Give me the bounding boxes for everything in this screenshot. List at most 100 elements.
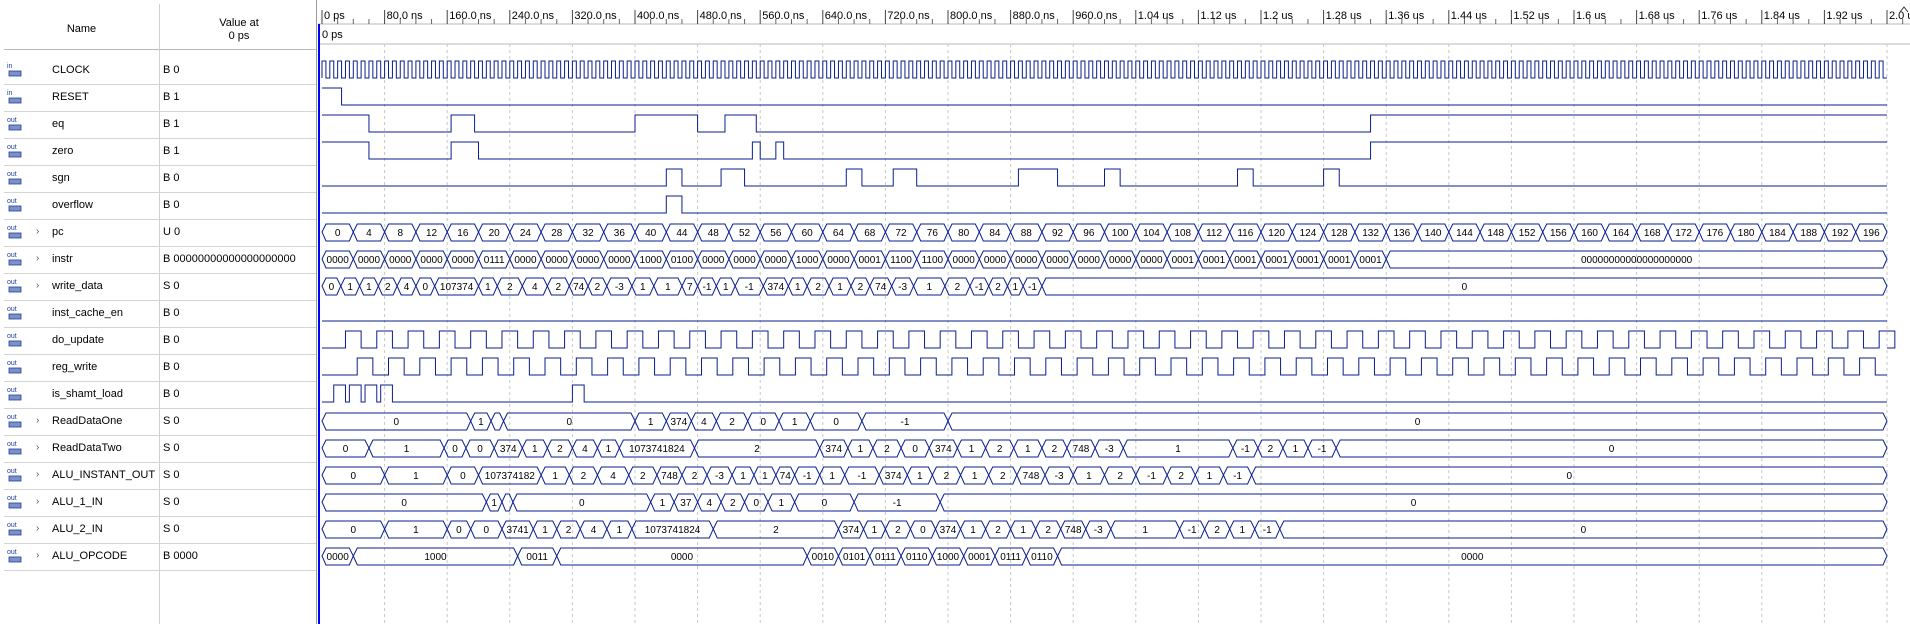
timeline-tick-label: 1.04 us [1138,10,1175,22]
signal-row[interactable]: out › pc U 0 [4,219,316,247]
signal-waveform[interactable] [322,87,1887,106]
bus-segment-value: -1 [1147,471,1156,482]
signal-row[interactable]: out › write_data S 0 [4,273,316,301]
bus-segment-value: 2 [1178,471,1184,482]
bus-segment-value: 0001 [1297,255,1320,266]
bus-waveform[interactable]: 0 4 8 12 16 20 24 28 32 36 40 44 48 52 56 60 64 68 72 76 80 8… [321,223,1888,242]
bus-segment-value: 120 [1268,228,1285,239]
bus-segment-value: 2 [1117,471,1123,482]
signal-row[interactable]: out › ALU_INSTANT_OUT S 0 [4,462,316,490]
bus-segment-value: 148 [1487,228,1504,239]
cursor-time-label: 0 ps [322,29,343,41]
signal-row[interactable]: out eq B 1 [4,111,316,139]
signal-row[interactable]: in CLOCK B 0 [4,57,316,85]
expand-chevron-icon[interactable]: › [36,280,39,291]
signal-row[interactable]: in RESET B 1 [4,84,316,112]
signal-row[interactable]: out do_update B 0 [4,327,316,355]
waveform-pane[interactable]: 0 ps 80.0 ns 160.0 ns 240.0 ns 320.0 ns 400.0… [318,0,1910,624]
bus-segment-value: 52 [739,228,751,239]
expand-chevron-icon[interactable]: › [36,469,39,480]
bus-segment-value: 44 [676,228,688,239]
bus-waveform[interactable]: 0 1 0 0 374 1 2 4 1 1073741824 2 374 1 2 0 374 1 2 1 2 748 -3… [321,439,1888,458]
signal-value: B 1 [163,145,180,157]
signal-row[interactable]: out › instr B 00000000000000000000 [4,246,316,274]
bus-segment-value: 64 [833,228,845,239]
signal-waveform[interactable] [322,330,1896,349]
bus-segment-value: 68 [864,228,876,239]
bus-segment-value: 748 [661,471,678,482]
expand-chevron-icon[interactable]: › [36,550,39,561]
signal-waveform[interactable] [322,357,1887,376]
bus-segment-value: 374 [885,471,902,482]
bus-segment-value: 748 [1023,471,1040,482]
bus-segment-value: 1 [1013,282,1019,293]
expand-chevron-icon[interactable]: › [36,442,39,453]
svg-text:out: out [7,198,17,205]
signal-row[interactable]: out zero B 1 [4,138,316,166]
bus-waveform[interactable]: 0 1 0 1 37 4 2 0 1 0 -1 0 [321,493,1888,512]
bus-waveform[interactable]: 0000 0000 0000 0000 0000 0111 0000 0000 0000 0000… [321,250,1888,269]
bus-segment-value: 2 [729,417,735,428]
signal-row[interactable]: out reg_write B 0 [4,354,316,382]
bus-segment-value: 0 [822,498,828,509]
bus-segment-value: 0 [343,444,349,455]
bus-segment-value: 1 [491,498,497,509]
bus-waveform[interactable]: 0 1 0 107374182 1 2 4 2 748 2 -3 1 1 74 -1 1 -1 374 1 2 1 2 74… [321,466,1888,485]
bus-segment-value: -3 [1105,444,1114,455]
expand-chevron-icon[interactable]: › [36,415,39,426]
bus-waveform[interactable]: 0 1 0 1 374 4 2 0 1 0 -1 0 [321,412,1888,431]
signal-name: inst_cache_en [52,307,123,319]
name-column-header[interactable]: Name [4,23,159,35]
signal-waveform[interactable] [322,384,1887,403]
signal-row[interactable]: out › ReadDataOne S 0 [4,408,316,436]
bus-segment-value: 180 [1738,228,1755,239]
signal-row[interactable]: out overflow B 0 [4,192,316,220]
signal-value: S 0 [163,523,180,535]
signal-waveform[interactable] [321,60,1887,79]
timeline-tick-label: 720.0 ns [887,10,930,22]
bus-segment-value: -1 [1188,525,1197,536]
waveform-canvas[interactable]: 0 ps 80.0 ns 160.0 ns 240.0 ns 320.0 ns 400.0… [318,0,1910,624]
bus-waveform[interactable]: 0 1 1 2 4 0 107374 1 2 4 2 74 2 -3 1 1 7 -1 1 -1 374 1 2 1 2 74 -3… [321,277,1888,296]
bus-segment-value: 2 [995,525,1001,536]
signal-row[interactable]: out is_shamt_load B 0 [4,381,316,409]
bus-segment-value: 0000 [546,255,569,266]
bus-segment-value: -3 [615,282,624,293]
signal-row[interactable]: out › ALU_2_IN S 0 [4,516,316,544]
bus-segment-value: 74 [780,471,792,482]
signal-row[interactable]: out › ALU_OPCODE B 0000 [4,543,316,571]
bus-segment-value: 1 [1207,471,1213,482]
bus-segment-value: 16 [457,228,469,239]
signal-waveform[interactable] [322,168,1887,187]
signal-row[interactable]: out sgn B 0 [4,165,316,193]
value-column-header[interactable]: Value at 0 ps [164,17,314,43]
bus-segment-value: 1 [413,525,419,536]
bus-segment-value: 1 [723,282,729,293]
signal-row[interactable]: out › ReadDataTwo S 0 [4,435,316,463]
signal-waveform[interactable] [322,195,1887,214]
bus-segment-value: 1 [792,417,798,428]
bus-segment-value: 24 [520,228,532,239]
output-pin-icon: out [7,170,23,186]
signal-name: RESET [52,91,89,103]
bus-segment-value: 0000 [1078,255,1101,266]
expand-chevron-icon[interactable]: › [36,226,39,237]
expand-chevron-icon[interactable]: › [36,253,39,264]
signal-row[interactable]: out › ALU_1_IN S 0 [4,489,316,517]
timeline-tick-label: 160.0 ns [449,10,492,22]
bus-segment-value: 84 [989,228,1001,239]
bus-segment-value: 1 [617,525,623,536]
signal-waveform[interactable] [322,141,1887,160]
signal-waveform[interactable] [322,114,1887,133]
expand-chevron-icon[interactable]: › [36,496,39,507]
expand-chevron-icon[interactable]: › [36,523,39,534]
bus-waveform[interactable]: 0 1 0 0 3741 1 2 4 1 1073741824 2 374 1 2 0 374 1 2 1 2 748-… [321,520,1888,539]
svg-text:out: out [7,171,17,178]
bus-segment-value: 0110 [1031,552,1053,563]
input-pin-icon: in [7,62,23,78]
bus-waveform[interactable]: 0000 1000 0011 0000 0010 0101 0111 0110 1000 0001… [321,547,1888,566]
bus-segment-value: 0001 [1234,255,1257,266]
bus-segment-value: 0010 [812,552,835,563]
signal-row[interactable]: out inst_cache_en B 0 [4,300,316,328]
bus-segment-value: 2 [1214,525,1220,536]
